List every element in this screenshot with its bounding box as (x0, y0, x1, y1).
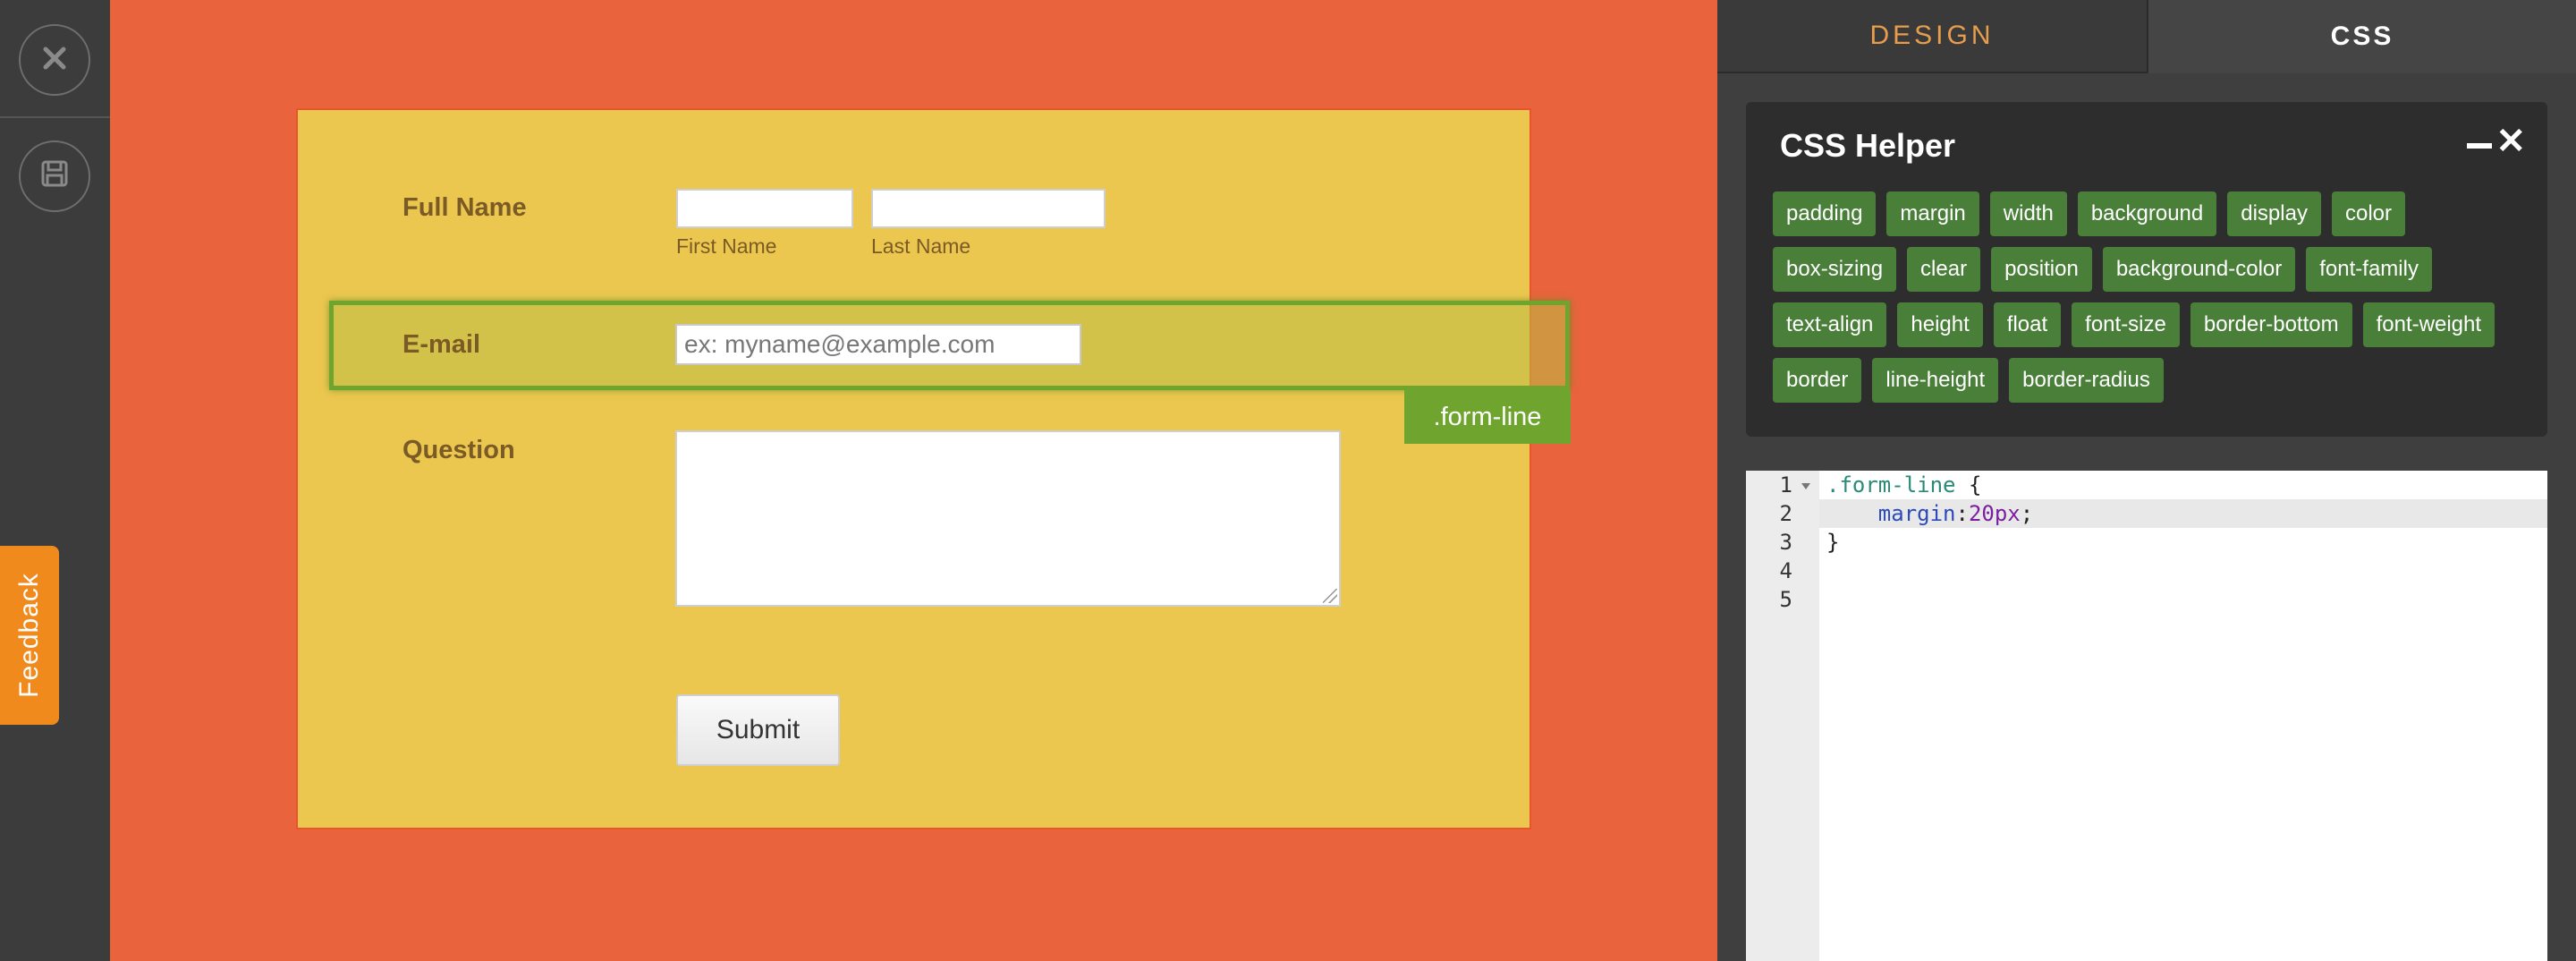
floppy-disk-icon (40, 157, 69, 197)
full-name-label: Full Name (402, 193, 527, 222)
line-number: 2 (1779, 501, 1792, 526)
css-editor[interactable]: 1 2 3 4 5 .form-line { margin:20px; } (1746, 471, 2547, 961)
chip-padding[interactable]: padding (1773, 191, 1877, 236)
css-helper: CSS Helper ✕ padding margin width backgroun… (1746, 102, 2547, 437)
chip-text-align[interactable]: text-align (1773, 302, 1887, 347)
question-label: Question (402, 436, 515, 464)
css-unit: px (1994, 501, 2021, 526)
last-name-sublabel: Last Name (871, 234, 971, 258)
css-number: 20 (1968, 501, 1995, 526)
code-line-2: margin:20px; (1826, 499, 2033, 528)
first-name-input[interactable] (676, 189, 853, 228)
resize-grip-icon[interactable] (1323, 589, 1337, 603)
style-panel: DESIGN CSS CSS Helper ✕ padding margin wid… (1717, 0, 2576, 961)
fold-arrow-icon[interactable] (1801, 483, 1810, 489)
open-brace: { (1955, 472, 1982, 498)
chip-margin[interactable]: margin (1886, 191, 1979, 236)
feedback-tab[interactable]: Feedback (0, 546, 59, 725)
chip-background[interactable]: background (2077, 191, 2217, 236)
chip-font-family[interactable]: font-family (2306, 247, 2432, 292)
line-number: 5 (1779, 587, 1792, 612)
chip-line-height[interactable]: line-height (1872, 358, 1999, 403)
submit-button[interactable]: Submit (676, 694, 840, 766)
colon: : (1955, 501, 1969, 526)
tab-design[interactable]: DESIGN (1717, 0, 2148, 73)
line-number: 3 (1779, 530, 1792, 555)
chip-width[interactable]: width (1989, 191, 2067, 236)
close-button[interactable] (19, 24, 90, 96)
question-textarea[interactable] (675, 430, 1341, 607)
chip-font-weight[interactable]: font-weight (2362, 302, 2496, 347)
selector-tag: .form-line (1404, 390, 1571, 444)
line-number: 4 (1779, 558, 1792, 583)
chip-border-radius[interactable]: border-radius (2009, 358, 2164, 403)
first-name-sublabel: First Name (676, 234, 777, 258)
close-icon[interactable]: ✕ (2496, 123, 2526, 159)
email-label: E-mail (402, 330, 481, 359)
css-helper-title: CSS Helper (1780, 127, 1956, 164)
chip-border-bottom[interactable]: border-bottom (2190, 302, 2352, 347)
chip-float[interactable]: float (1993, 302, 2062, 347)
css-property: margin (1877, 501, 1956, 526)
close-x-icon (41, 40, 68, 81)
property-chips: padding margin width background display color… (1773, 191, 2524, 403)
chip-position[interactable]: position (1991, 247, 2092, 292)
feedback-label: Feedback (14, 573, 44, 698)
code-line-3: } (1826, 528, 1839, 557)
chip-box-sizing[interactable]: box-sizing (1773, 247, 1897, 292)
code-line-1: .form-line { (1826, 471, 1981, 499)
line-number: 1 (1779, 472, 1792, 498)
chip-clear[interactable]: clear (1907, 247, 1981, 292)
semicolon: ; (2020, 501, 2034, 526)
left-toolbar (0, 0, 110, 961)
chip-background-color[interactable]: background-color (2102, 247, 2296, 292)
rail-divider (0, 116, 110, 118)
tab-css[interactable]: CSS (2148, 0, 2576, 73)
close-brace: } (1826, 530, 1840, 555)
chip-border[interactable]: border (1773, 358, 1862, 403)
chip-height[interactable]: height (1897, 302, 1983, 347)
save-button[interactable] (19, 140, 90, 212)
email-input[interactable]: ex: myname@example.com (675, 324, 1081, 365)
chip-font-size[interactable]: font-size (2072, 302, 2180, 347)
chip-display[interactable]: display (2227, 191, 2321, 236)
last-name-input[interactable] (871, 189, 1106, 228)
line-gutter: 1 2 3 4 5 (1746, 471, 1819, 961)
css-selector: .form-line (1826, 472, 1956, 498)
chip-color[interactable]: color (2331, 191, 2405, 236)
minimize-icon[interactable] (2467, 143, 2492, 149)
